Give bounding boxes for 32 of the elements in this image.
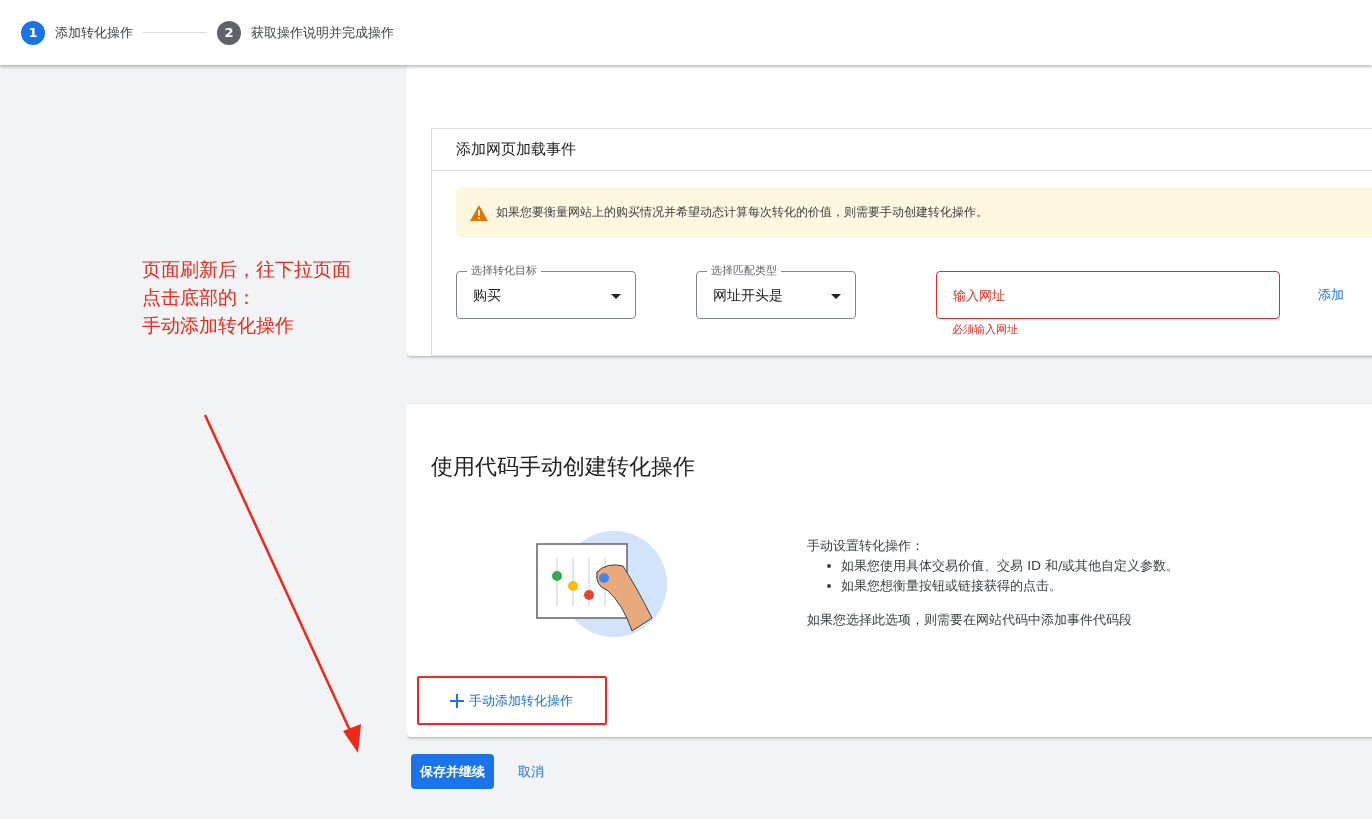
floating-label: 选择匹配类型 [710, 265, 778, 277]
alert-text: 如果您要衡量网站上的购买情况并希望动态计算每次转化的价值，则需要手动创建转化操作。 [496, 204, 988, 221]
add-manual-button[interactable]: 手动添加转化操作 [445, 683, 577, 719]
bullet-icon [827, 584, 831, 588]
step-number: 1 [21, 20, 45, 45]
dropdown-select[interactable]: 选择匹配类型 网址开头是 [696, 265, 856, 319]
bullet-text: 如果您想衡量按钮或链接获得的点击。 [841, 577, 1062, 595]
add-link[interactable]: 添加 [1318, 286, 1344, 304]
annotation-text: 点击底部的： [142, 285, 257, 310]
plus-icon [449, 693, 465, 709]
bullet-icon [827, 564, 831, 568]
bullet-text: 如果您使用具体交易价值、交易 ID 和/或其他自定义参数。 [841, 557, 1180, 575]
description-text: 手动设置转化操作： [807, 537, 925, 555]
warning-icon [470, 204, 488, 221]
select-value: 购买 [473, 287, 501, 305]
section-title: 使用代码手动创建转化操作 [431, 453, 696, 481]
dropdown-select[interactable]: 选择转化目标 购买 [456, 265, 636, 319]
annotation-text: 页面刷新后，往下拉页面 [142, 257, 351, 282]
url-input-field[interactable]: 输入网址 [936, 271, 1280, 319]
floating-label: 选择转化目标 [470, 265, 538, 277]
save-button[interactable]: 保存并继续 [411, 754, 494, 789]
error-message: 必须输入网址 [952, 322, 1019, 337]
description-text: 如果您选择此选项，则需要在网站代码中添加事件代码段 [807, 611, 1133, 629]
select-value: 网址开头是 [713, 287, 783, 305]
caret-icon [831, 293, 841, 299]
step-label: 获取操作说明并完成操作 [251, 23, 394, 42]
annotation-text: 手动添加转化操作 [142, 313, 295, 338]
caret-icon [611, 293, 621, 299]
cancel-button[interactable]: 取消 [510, 762, 552, 781]
panel-title: 添加网页加载事件 [432, 129, 1372, 171]
step-label: 添加转化操作 [55, 23, 133, 42]
step-number: 2 [217, 20, 241, 45]
